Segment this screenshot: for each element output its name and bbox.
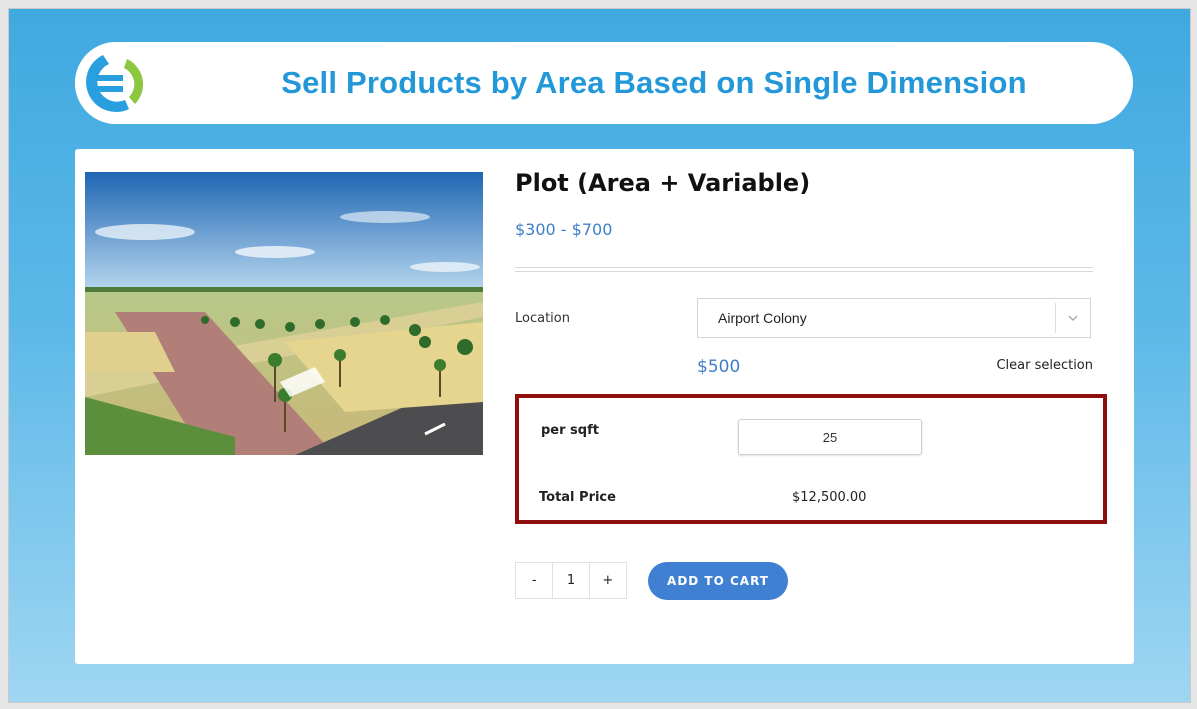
variation-price: $500: [697, 357, 741, 377]
divider: [515, 271, 1093, 272]
product-card: Plot (Area + Variable) $300 - $700 Locat…: [75, 149, 1134, 664]
increase-quantity-button[interactable]: +: [590, 563, 626, 598]
product-image[interactable]: [85, 172, 483, 455]
location-select[interactable]: Airport Colony: [697, 298, 1091, 338]
brand-logo-icon: [75, 42, 157, 124]
add-to-cart-button[interactable]: ADD TO CART: [648, 562, 788, 600]
quantity-stepper: - 1 +: [515, 562, 627, 599]
clear-selection-link[interactable]: Clear selection: [996, 358, 1093, 373]
app-frame: Sell Products by Area Based on Single Di…: [8, 8, 1191, 703]
per-sqft-label: per sqft: [541, 423, 599, 438]
total-price-value: $12,500.00: [792, 490, 867, 505]
product-title: Plot (Area + Variable): [515, 169, 811, 197]
chevron-down-icon[interactable]: [1064, 309, 1082, 327]
divider: [515, 267, 1093, 268]
location-label: Location: [515, 311, 570, 326]
quantity-input[interactable]: 1: [552, 563, 590, 598]
decrease-quantity-button[interactable]: -: [516, 563, 552, 598]
location-selected-value: Airport Colony: [718, 310, 807, 326]
area-calculator-box: per sqft Total Price $12,500.00: [515, 394, 1107, 524]
select-divider: [1055, 303, 1056, 333]
price-range: $300 - $700: [515, 220, 613, 239]
banner-title: Sell Products by Area Based on Single Di…: [281, 65, 1027, 100]
sqft-input[interactable]: [738, 419, 922, 455]
total-price-label: Total Price: [539, 490, 616, 505]
header-banner: Sell Products by Area Based on Single Di…: [75, 42, 1133, 124]
